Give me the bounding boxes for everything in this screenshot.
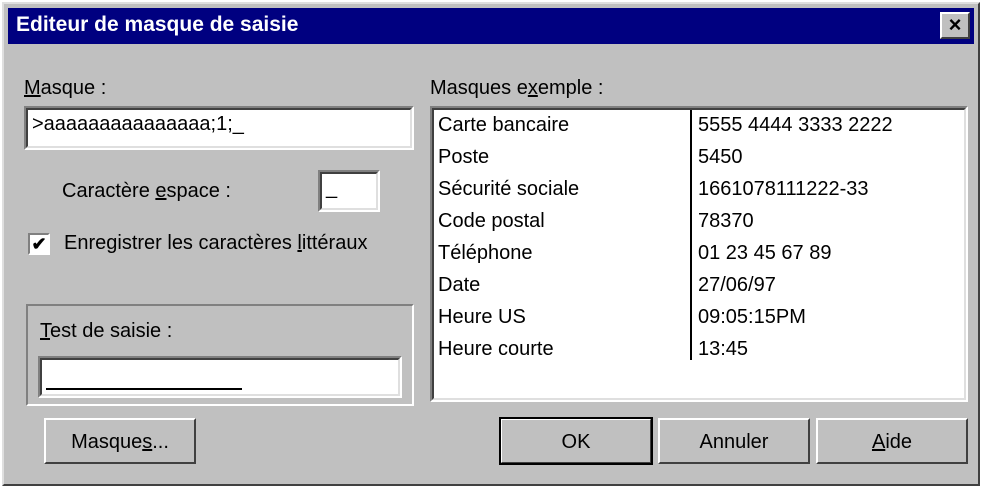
space-char-label-accesskey: e [155,180,167,202]
example-row[interactable]: Téléphone 01 23 45 67 89 [432,238,966,270]
example-name: Heure US [438,306,526,328]
example-mask-sample: 5555 4444 3333 2222 [698,114,893,136]
mask-label: Masque : [24,77,107,99]
example-mask-sample: 27/06/97 [698,274,776,296]
example-name: Heure courte [438,338,554,360]
example-name: Téléphone [438,242,533,264]
test-input-field[interactable] [38,356,402,398]
masks-button-accesskey: s [142,431,153,453]
space-char-label: Caractère espace : [62,180,231,202]
examples-label-accesskey: x [527,77,538,99]
close-button[interactable]: × [940,12,970,39]
example-row[interactable]: Code postal 78370 [432,206,966,238]
test-input-label: Test de saisie : [40,320,173,342]
masks-button[interactable]: Masques... [44,418,196,464]
mask-input[interactable]: >aaaaaaaaaaaaaaa;1;_ [24,106,414,150]
space-char-input-value: _ [326,177,338,199]
example-mask-sample: 1661078111222-33 [698,178,869,200]
examples-label: Masques exemple : [430,77,604,99]
example-row[interactable]: Heure courte 13:45 [432,334,966,366]
example-mask-sample: 78370 [698,210,754,232]
save-literals-checkbox[interactable]: ✔ [28,233,50,255]
mask-input-value: >aaaaaaaaaaaaaaa;1;_ [32,113,244,135]
help-button[interactable]: Aide [816,418,968,464]
test-group-box: Test de saisie : [26,304,414,406]
space-char-input[interactable]: _ [318,170,380,212]
check-icon: ✔ [31,234,47,254]
example-mask-sample: 09:05:15PM [698,306,806,328]
close-icon: × [948,12,962,37]
ok-button-label: OK [561,431,591,453]
example-name: Poste [438,146,490,168]
example-name: Code postal [438,210,545,232]
input-mask-editor-dialog: Editeur de masque de saisie × Masque : >… [2,2,980,486]
test-input-accesskey: T [40,320,50,342]
example-row[interactable]: Poste 5450 [432,142,966,174]
mask-label-accesskey: M [24,77,41,99]
example-mask-sample: 01 23 45 67 89 [698,242,832,264]
example-name: Sécurité sociale [438,178,580,200]
save-literals-label[interactable]: Enregistrer les caractères littéraux [64,232,367,255]
mask-placeholder-underline [46,388,242,390]
example-name: Date [438,274,481,296]
window-title: Editeur de masque de saisie [16,13,299,36]
cancel-button[interactable]: Annuler [658,418,810,464]
example-mask-sample: 5450 [698,146,743,168]
help-button-accesskey: A [871,431,886,453]
examples-list[interactable]: Carte bancaire 5555 4444 3333 2222 Poste 54… [430,106,968,402]
example-mask-sample: 13:45 [698,338,749,360]
example-row[interactable]: Date 27/06/97 [432,270,966,302]
example-row[interactable]: Sécurité sociale 1661078111222-33 [432,174,966,206]
example-row[interactable]: Carte bancaire 5555 4444 3333 2222 [432,110,966,142]
example-name: Carte bancaire [438,114,570,136]
masks-button-label: Masques... [71,431,169,453]
ok-button[interactable]: OK [499,417,653,465]
cancel-button-label: Annuler [699,431,769,453]
example-row[interactable]: Heure US 09:05:15PM [432,302,966,334]
title-bar[interactable]: Editeur de masque de saisie × [8,8,974,44]
help-button-label: Aide [871,431,913,453]
